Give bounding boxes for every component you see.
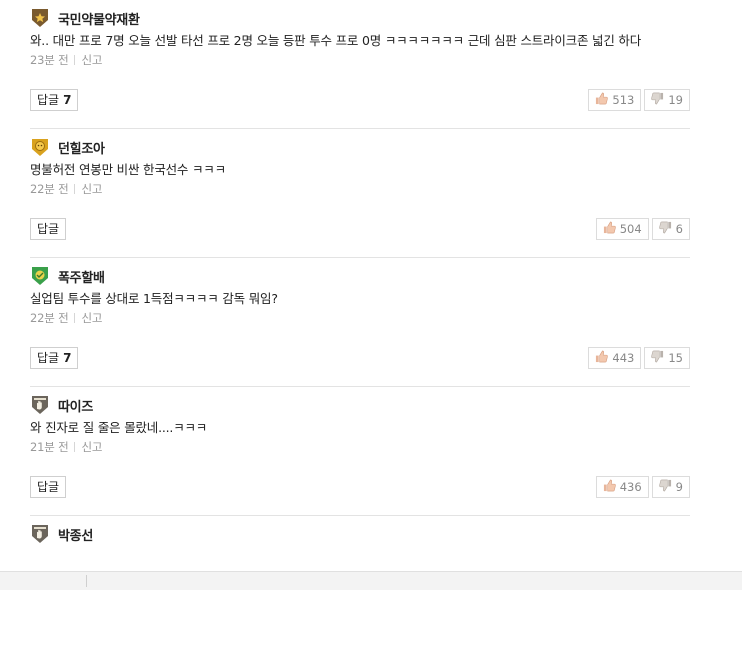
- reply-label: 답글: [37, 93, 60, 107]
- comment-meta: 22분 전 신고: [30, 310, 690, 326]
- comment-author[interactable]: 던힐조아: [58, 138, 105, 157]
- vote-group: 443 15: [588, 347, 690, 369]
- report-link[interactable]: 신고: [81, 440, 102, 454]
- comment-header: 던힐조아: [30, 137, 105, 157]
- like-button[interactable]: 504: [595, 218, 649, 240]
- vote-group: 513 19: [588, 89, 690, 111]
- like-button[interactable]: 513: [588, 89, 642, 111]
- thumbs-down-icon: [651, 350, 668, 366]
- comment-time: 21분 전: [30, 440, 69, 454]
- comment-list: 국민약물약재환 와.. 대만 프로 7명 오늘 선발 타선 프로 2명 오늘 등…: [0, 0, 742, 645]
- dislike-button[interactable]: 15: [644, 347, 690, 369]
- like-count: 504: [619, 222, 642, 236]
- dislike-button[interactable]: 6: [651, 218, 690, 240]
- reply-count: 7: [63, 93, 72, 107]
- green-badge-icon: [30, 266, 50, 286]
- comment-item: 폭주할배 실업팀 투수를 상대로 1득점ㅋㅋㅋㅋ 감독 뭐임? 22분 전 신고 …: [30, 258, 690, 387]
- comment-text: 와 진자로 질 줄은 몰랐네....ㅋㅋㅋ: [30, 420, 208, 435]
- thumbs-up-icon: [603, 479, 620, 495]
- reply-label: 답글: [37, 351, 60, 365]
- comment-text: 명불허전 연봉만 비싼 한국선수 ㅋㅋㅋ: [30, 162, 226, 177]
- dislike-count: 19: [668, 93, 683, 107]
- meta-divider: [74, 55, 76, 65]
- meta-divider: [74, 184, 76, 194]
- report-link[interactable]: 신고: [81, 53, 102, 67]
- comment-body: 실업팀 투수를 상대로 1득점ㅋㅋㅋㅋ 감독 뭐임? 22분 전 신고: [30, 290, 690, 326]
- reply-count: 7: [63, 351, 72, 365]
- comment-body: 명불허전 연봉만 비싼 한국선수 ㅋㅋㅋ 22분 전 신고: [30, 161, 690, 197]
- comment-meta: 22분 전 신고: [30, 181, 690, 197]
- dislike-count: 15: [668, 351, 683, 365]
- comment-header: 국민약물약재환: [30, 8, 140, 28]
- reply-label: 답글: [37, 222, 60, 236]
- vote-group: 504 6: [595, 218, 690, 240]
- dislike-count: 6: [675, 222, 683, 236]
- comment-meta: 23분 전 신고: [30, 52, 690, 68]
- like-count: 513: [612, 93, 635, 107]
- comment-item: 국민약물약재환 와.. 대만 프로 7명 오늘 선발 타선 프로 2명 오늘 등…: [30, 0, 690, 129]
- like-button[interactable]: 436: [595, 476, 649, 498]
- comment-author[interactable]: 국민약물약재환: [58, 9, 140, 28]
- thumbs-down-icon: [658, 221, 676, 237]
- meta-divider: [74, 442, 76, 452]
- vote-group: 436 9: [595, 476, 690, 498]
- scrollbar-divider: [86, 575, 87, 587]
- report-link[interactable]: 신고: [81, 182, 102, 196]
- comment-meta: 21분 전 신고: [30, 439, 690, 455]
- comment-header: 따이즈: [30, 395, 93, 415]
- dislike-count: 9: [675, 480, 683, 494]
- comment-text: 와.. 대만 프로 7명 오늘 선발 타선 프로 2명 오늘 등판 투수 프로 …: [30, 33, 642, 48]
- thumbs-up-icon: [595, 92, 612, 108]
- comment-time: 22분 전: [30, 182, 69, 196]
- comment-author[interactable]: 따이즈: [58, 396, 93, 415]
- comment-time: 23분 전: [30, 53, 69, 67]
- like-count: 436: [619, 480, 642, 494]
- lion-badge-icon: [30, 137, 50, 157]
- comment-body: 와.. 대만 프로 7명 오늘 선발 타선 프로 2명 오늘 등판 투수 프로 …: [30, 32, 690, 68]
- star-badge-icon: [30, 8, 50, 28]
- comment-author[interactable]: 폭주할배: [58, 267, 105, 286]
- dislike-button[interactable]: 9: [651, 476, 690, 498]
- hand-badge-icon: [30, 395, 50, 415]
- like-button[interactable]: 443: [588, 347, 642, 369]
- reply-button[interactable]: 답글: [30, 218, 67, 240]
- thumbs-down-icon: [651, 92, 668, 108]
- comment-header: 폭주할배: [30, 266, 105, 286]
- reply-button[interactable]: 답글: [30, 476, 67, 498]
- comment-author[interactable]: 박종선: [58, 525, 93, 544]
- comment-item: 따이즈 와 진자로 질 줄은 몰랐네....ㅋㅋㅋ 21분 전 신고 답글 436…: [30, 387, 690, 516]
- reply-button[interactable]: 답글 7: [30, 89, 79, 111]
- comment-time: 22분 전: [30, 311, 69, 325]
- hand-badge-icon: [30, 524, 50, 544]
- comment-header: 박종선: [30, 524, 93, 544]
- like-count: 443: [612, 351, 635, 365]
- meta-divider: [74, 313, 76, 323]
- thumbs-down-icon: [658, 479, 676, 495]
- thumbs-up-icon: [603, 221, 620, 237]
- reply-button[interactable]: 답글 7: [30, 347, 79, 369]
- thumbs-up-icon: [595, 350, 612, 366]
- dislike-button[interactable]: 19: [644, 89, 690, 111]
- reply-label: 답글: [37, 480, 60, 494]
- comment-body: 와 진자로 질 줄은 몰랐네....ㅋㅋㅋ 21분 전 신고: [30, 419, 690, 455]
- comment-text: 실업팀 투수를 상대로 1득점ㅋㅋㅋㅋ 감독 뭐임?: [30, 291, 278, 306]
- report-link[interactable]: 신고: [81, 311, 102, 325]
- comment-item: 던힐조아 명불허전 연봉만 비싼 한국선수 ㅋㅋㅋ 22분 전 신고 답글 504…: [30, 129, 690, 258]
- horizontal-scrollbar[interactable]: [0, 571, 742, 590]
